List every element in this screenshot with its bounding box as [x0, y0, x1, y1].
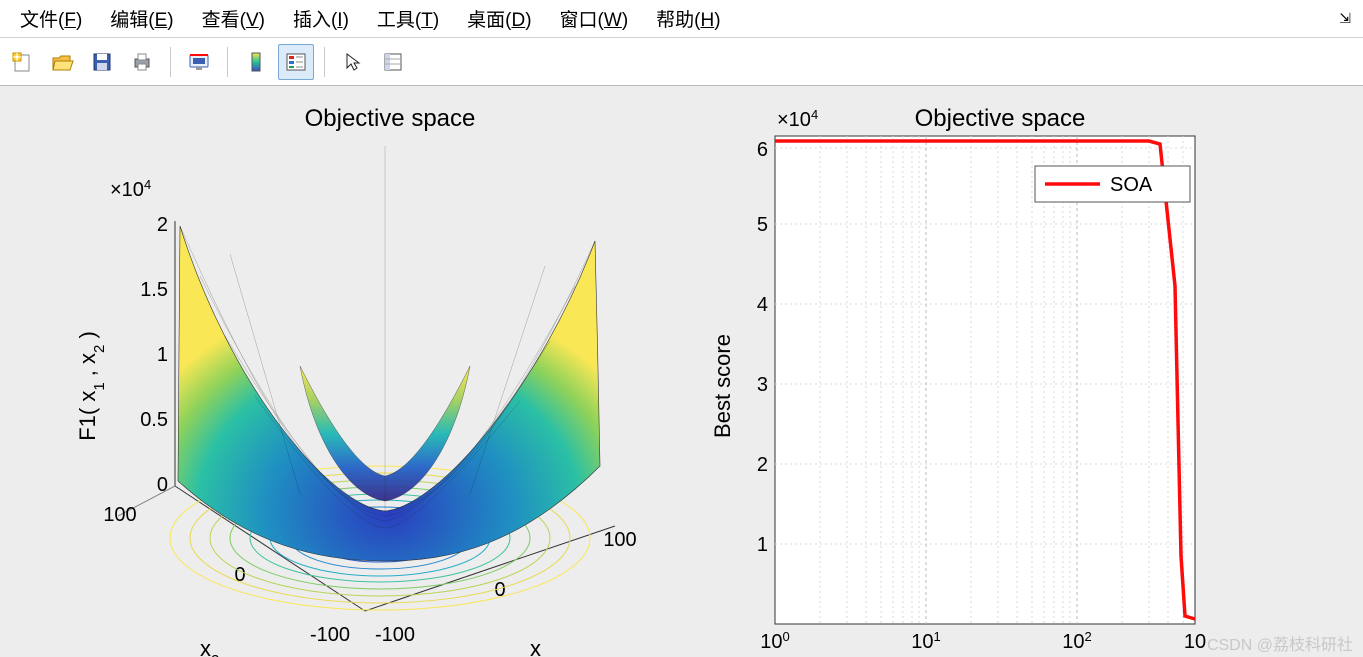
legend[interactable]: SOA	[1035, 166, 1190, 202]
pointer-icon[interactable]	[335, 44, 371, 80]
open-icon[interactable]	[44, 44, 80, 80]
svg-text:-100: -100	[310, 624, 350, 646]
svg-text:0: 0	[234, 564, 245, 586]
svg-text:-100: -100	[375, 624, 415, 646]
dock-window-icon[interactable]: ⇲	[1339, 10, 1357, 27]
property-editor-icon[interactable]	[375, 44, 411, 80]
svg-text:0.5: 0.5	[140, 409, 168, 431]
surface-mesh	[178, 146, 600, 561]
svg-text:0: 0	[157, 474, 168, 496]
menu-desktop[interactable]: 桌面(D)	[453, 1, 545, 36]
convergence-plot: Objective space ×104	[700, 86, 1360, 657]
z-multiplier: ×104	[110, 177, 151, 202]
svg-text:102: 102	[1062, 629, 1091, 654]
toolbar-divider	[227, 47, 228, 77]
watermark: CSDN @荔枝科研社	[1207, 631, 1353, 655]
svg-text:100: 100	[603, 529, 636, 551]
svg-text:1: 1	[157, 344, 168, 366]
plot-title-2: Objective space	[915, 105, 1086, 132]
svg-text:2: 2	[757, 454, 768, 476]
y-axis-label: x2	[200, 636, 219, 657]
svg-text:1.5: 1.5	[140, 279, 168, 301]
svg-text:100: 100	[760, 629, 789, 654]
svg-text:10: 10	[1184, 631, 1206, 653]
svg-text:101: 101	[911, 629, 940, 654]
svg-text:4: 4	[757, 294, 768, 316]
svg-text:1: 1	[757, 534, 768, 556]
menu-view[interactable]: 查看(V)	[188, 1, 279, 36]
y-axis-label-2: Best score	[710, 334, 735, 438]
toolbar	[0, 38, 1363, 86]
menu-file[interactable]: 文件(F)	[6, 1, 96, 36]
svg-text:3: 3	[757, 374, 768, 396]
menu-insert[interactable]: 插入(I)	[279, 1, 363, 36]
toolbar-divider	[170, 47, 171, 77]
svg-text:100: 100	[103, 504, 136, 526]
colorbar-icon[interactable]	[238, 44, 274, 80]
menu-help[interactable]: 帮助(H)	[642, 1, 734, 36]
new-figure-icon[interactable]	[4, 44, 40, 80]
menu-edit[interactable]: 编辑(E)	[96, 1, 187, 36]
surface-plot: Objective space ×104 0 0.5 1 1.5 2 100	[0, 86, 660, 657]
print-icon[interactable]	[124, 44, 160, 80]
svg-text:2: 2	[157, 214, 168, 236]
toolbar-divider	[324, 47, 325, 77]
menu-window[interactable]: 窗口(W)	[546, 1, 643, 36]
legend-label: SOA	[1110, 174, 1153, 196]
x-axis-label: x	[530, 636, 541, 657]
plot-title: Objective space	[305, 105, 476, 132]
z-axis-label: F1( x1 , x2 )	[75, 331, 108, 441]
svg-text:6: 6	[757, 139, 768, 161]
svg-text:5: 5	[757, 214, 768, 236]
y-multiplier: ×104	[777, 107, 818, 132]
axes-box	[775, 136, 1195, 624]
y-ticks: 1 2 3 4 5 6	[757, 139, 768, 556]
menu-bar: 文件(F) 编辑(E) 查看(V) 插入(I) 工具(T) 桌面(D) 窗口(W…	[0, 0, 1363, 38]
save-icon[interactable]	[84, 44, 120, 80]
x-ticks: 100 101 102 10	[760, 629, 1206, 654]
figure-canvas: Objective space ×104 0 0.5 1 1.5 2 100	[0, 86, 1363, 657]
display-icon[interactable]	[181, 44, 217, 80]
legend-icon[interactable]	[278, 44, 314, 80]
menu-tools[interactable]: 工具(T)	[363, 1, 453, 36]
